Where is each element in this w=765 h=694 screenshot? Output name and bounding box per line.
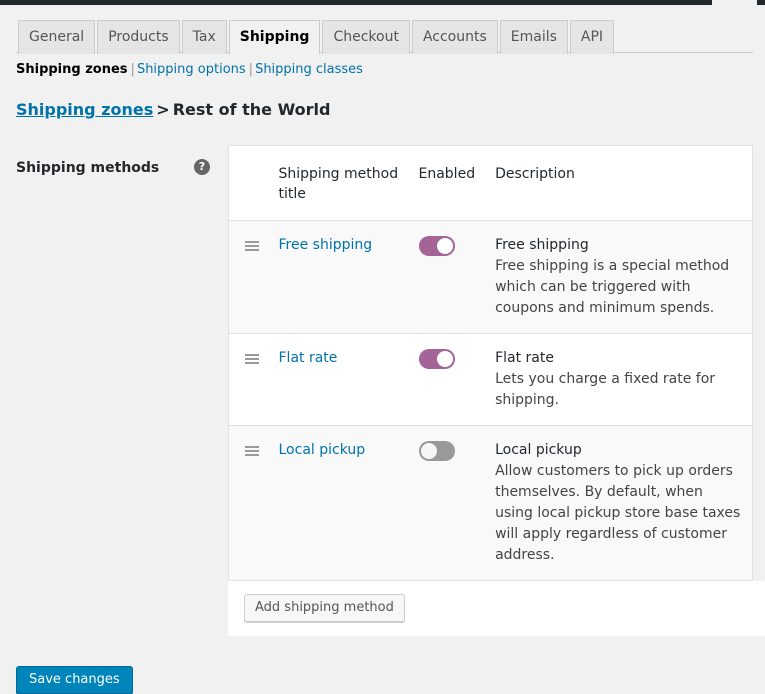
shipping-methods-table: Shipping method title Enabled Descriptio… xyxy=(228,145,753,581)
cell-sort xyxy=(229,426,269,581)
tab-api[interactable]: API xyxy=(570,20,614,54)
breadcrumb-current: Rest of the World xyxy=(173,100,331,119)
subnav-shipping-zones[interactable]: Shipping zones xyxy=(16,62,128,77)
table-row: Free shippingFree shippingFree shipping … xyxy=(229,221,753,334)
shipping-methods-table-cell: Shipping method title Enabled Descriptio… xyxy=(228,145,765,636)
header-title: Shipping method title xyxy=(269,146,409,221)
tab-products[interactable]: Products xyxy=(97,20,179,54)
toggle-knob xyxy=(421,443,437,459)
drag-handle-icon[interactable] xyxy=(245,241,259,252)
shipping-methods-label-cell: Shipping methods ? xyxy=(0,145,228,177)
enabled-toggle[interactable] xyxy=(419,349,455,369)
shipping-methods-section: Shipping methods ? Shipping method title… xyxy=(0,145,765,636)
method-title-link[interactable]: Local pickup xyxy=(279,442,366,458)
table-row: Local pickupLocal pickupAllow customers … xyxy=(229,426,753,581)
enabled-toggle[interactable] xyxy=(419,236,455,256)
table-footer: Add shipping method xyxy=(228,581,765,636)
tab-checkout[interactable]: Checkout xyxy=(322,20,410,54)
cell-enabled xyxy=(409,221,486,334)
cell-method-title: Local pickup xyxy=(269,426,409,581)
drag-handle-icon[interactable] xyxy=(245,354,259,365)
description-body: Free shipping is a special method which … xyxy=(495,256,742,319)
shipping-subnav: Shipping zones|Shipping options|Shipping… xyxy=(16,61,765,79)
cell-sort xyxy=(229,334,269,426)
drag-handle-icon[interactable] xyxy=(245,446,259,457)
cell-method-title: Flat rate xyxy=(269,334,409,426)
help-question-icon[interactable]: ? xyxy=(194,159,210,175)
shipping-methods-label: Shipping methods xyxy=(16,160,159,176)
settings-page: GeneralProductsTaxShippingCheckoutAccoun… xyxy=(0,5,765,649)
cell-enabled xyxy=(409,426,486,581)
tab-shipping[interactable]: Shipping xyxy=(229,20,321,55)
tab-accounts[interactable]: Accounts xyxy=(412,20,498,54)
settings-row: Shipping methods ? Shipping method title… xyxy=(0,145,765,636)
cell-description: Local pickupAllow customers to pick up o… xyxy=(485,426,752,581)
header-enabled: Enabled xyxy=(409,146,486,221)
description-title: Free shipping xyxy=(495,235,742,256)
breadcrumb-separator: > xyxy=(153,100,172,119)
method-title-link[interactable]: Free shipping xyxy=(279,237,373,253)
method-title-link[interactable]: Flat rate xyxy=(279,350,338,366)
toggle-knob xyxy=(437,351,453,367)
subnav-shipping-classes[interactable]: Shipping classes xyxy=(255,62,363,77)
breadcrumb-shipping-zones-link[interactable]: Shipping zones xyxy=(16,100,153,119)
tab-general[interactable]: General xyxy=(18,20,95,54)
table-body: Free shippingFree shippingFree shipping … xyxy=(229,221,753,581)
table-header-row: Shipping method title Enabled Descriptio… xyxy=(229,146,753,221)
header-description: Description xyxy=(485,146,752,221)
description-title: Local pickup xyxy=(495,440,742,461)
breadcrumb: Shipping zones>Rest of the World xyxy=(16,99,765,121)
description-title: Flat rate xyxy=(495,348,742,369)
subnav-separator: | xyxy=(128,62,137,77)
tab-tax[interactable]: Tax xyxy=(182,20,227,54)
toggle-knob xyxy=(437,238,453,254)
header-sort xyxy=(229,146,269,221)
add-shipping-method-button[interactable]: Add shipping method xyxy=(244,594,405,622)
subnav-separator: | xyxy=(246,62,255,77)
enabled-toggle[interactable] xyxy=(419,441,455,461)
tab-emails[interactable]: Emails xyxy=(500,20,568,54)
cell-enabled xyxy=(409,334,486,426)
table-head: Shipping method title Enabled Descriptio… xyxy=(229,146,753,221)
subnav-shipping-options[interactable]: Shipping options xyxy=(137,62,246,77)
cell-method-title: Free shipping xyxy=(269,221,409,334)
save-changes-button[interactable]: Save changes xyxy=(16,666,133,694)
cell-sort xyxy=(229,221,269,334)
settings-tabs: GeneralProductsTaxShippingCheckoutAccoun… xyxy=(16,19,753,53)
cell-description: Flat rateLets you charge a fixed rate fo… xyxy=(485,334,752,426)
cell-description: Free shippingFree shipping is a special … xyxy=(485,221,752,334)
description-body: Lets you charge a fixed rate for shippin… xyxy=(495,369,742,411)
table-row: Flat rateFlat rateLets you charge a fixe… xyxy=(229,334,753,426)
submit-area: Save changes xyxy=(16,666,765,694)
description-body: Allow customers to pick up orders themse… xyxy=(495,461,742,566)
